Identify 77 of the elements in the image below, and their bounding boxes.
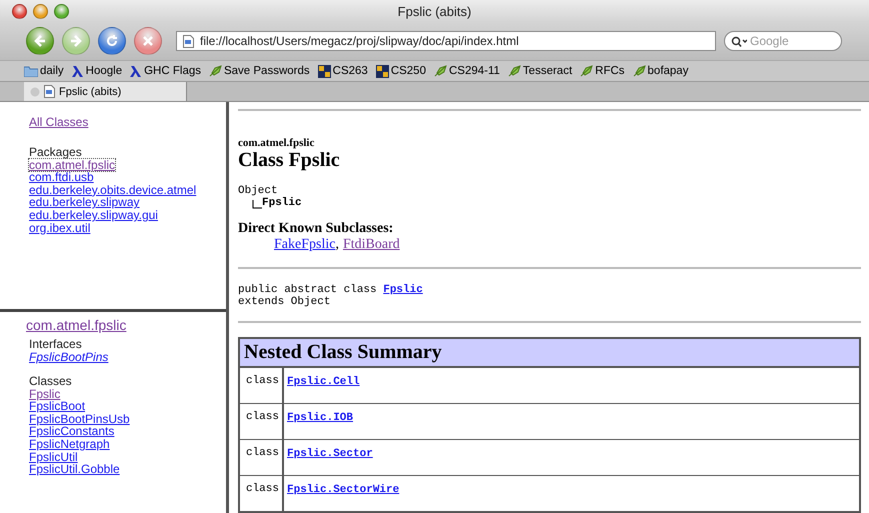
modifier-text: class: [246, 483, 279, 495]
reload-button[interactable]: [98, 27, 126, 55]
package-title-link[interactable]: com.atmel.fpslic: [26, 317, 126, 333]
bookmark-link[interactable]: RFCs: [580, 65, 625, 77]
folder-icon: [24, 66, 38, 76]
feather-icon: [434, 65, 447, 77]
forward-button[interactable]: [62, 27, 90, 55]
separator-text: ,: [335, 237, 339, 253]
window-title: Fpslic (abits): [396, 4, 472, 18]
grid-icon: [376, 64, 389, 78]
all-classes-link[interactable]: All Classes: [29, 116, 88, 129]
interfaces-heading: Interfaces: [28, 337, 83, 351]
package-link[interactable]: edu.berkeley.slipway: [29, 196, 140, 209]
minimize-button[interactable]: [33, 4, 48, 18]
arrow-left-icon: [33, 34, 47, 48]
close-button[interactable]: [12, 4, 27, 18]
subclasses-heading: Direct Known Subclasses:: [238, 221, 394, 237]
package-link[interactable]: com.ftdi.usb: [29, 171, 94, 184]
class-link[interactable]: Fpslic: [383, 284, 423, 296]
nested-class-link[interactable]: Fpslic.SectorWire: [287, 484, 400, 496]
package-link[interactable]: org.ibex.util: [29, 222, 90, 234]
feather-icon: [580, 65, 594, 77]
class-link[interactable]: FpslicUtil.Gobble: [29, 463, 120, 476]
x-icon: [142, 35, 154, 47]
interface-link[interactable]: FpslicBootPins: [29, 351, 108, 364]
class-link[interactable]: FpslicUtil: [29, 450, 78, 464]
class-name: Fpslic: [262, 197, 302, 209]
class-link[interactable]: FpslicBootPinsUsb: [29, 412, 130, 426]
reload-icon: [105, 34, 119, 48]
extends-text: extends Object: [238, 296, 330, 308]
grid-icon: [318, 64, 331, 78]
package-link[interactable]: edu.berkeley.obits.device.atmel: [29, 184, 196, 196]
feather-icon: [508, 65, 521, 77]
bookmark-link[interactable]: Tesseract: [508, 65, 572, 77]
superclass-name: Object: [238, 185, 278, 197]
classes-heading: Classes: [28, 374, 73, 388]
bookmark-link[interactable]: bofapay: [632, 65, 688, 77]
feather-icon: [208, 65, 222, 77]
back-button[interactable]: [26, 27, 54, 55]
zoom-button[interactable]: [54, 4, 69, 18]
packages-heading: Packages: [29, 144, 83, 159]
modifier-text: class: [246, 375, 279, 387]
nested-class-link[interactable]: Fpslic.IOB: [287, 412, 354, 424]
class-link[interactable]: Fpslic: [29, 388, 60, 400]
lambda-icon: [130, 64, 142, 78]
package-link[interactable]: edu.berkeley.slipway.gui: [29, 208, 158, 222]
arrow-right-icon: [69, 34, 83, 48]
subclass-link[interactable]: FakeFpslic: [274, 237, 336, 253]
search-icon: [731, 36, 747, 46]
bookmark-link[interactable]: Hoogle: [72, 64, 122, 78]
address-field[interactable]: file://localhost/Users/megacz/proj/slipway/doc/api/index.html: [176, 31, 716, 51]
class-link[interactable]: FpslicBoot: [29, 400, 86, 413]
stop-button[interactable]: [134, 27, 162, 55]
class-title: Class Fpslic: [238, 149, 341, 171]
modifier-text: class: [246, 411, 279, 423]
lambda-icon: [72, 64, 84, 78]
bookmark-link[interactable]: CS294-11: [434, 65, 500, 77]
bookmark-link[interactable]: GHC Flags: [130, 64, 201, 78]
browser-tab[interactable]: Fpslic (abits): [24, 82, 187, 101]
table-heading: Nested Class Summary: [240, 339, 859, 367]
bookmark-link[interactable]: CS263: [318, 64, 368, 78]
tree-connector-icon: [252, 200, 262, 209]
package-name: com.atmel.fpslic: [238, 137, 316, 149]
class-link[interactable]: FpslicConstants: [29, 425, 114, 438]
declaration-text: public abstract class: [238, 284, 377, 296]
feather-icon: [632, 65, 646, 77]
nested-class-link[interactable]: Fpslic.Cell: [287, 376, 360, 388]
package-link[interactable]: com.atmel.fpslic: [29, 158, 116, 172]
page-icon: [183, 34, 194, 48]
subclass-link[interactable]: FtdiBoard: [342, 237, 400, 253]
bookmark-link[interactable]: Save Passwords: [208, 65, 310, 77]
nested-class-link[interactable]: Fpslic.Sector: [287, 448, 373, 460]
bookmark-link[interactable]: CS250: [376, 64, 426, 78]
modifier-text: class: [246, 447, 279, 459]
class-link[interactable]: FpslicNetgraph: [29, 438, 110, 451]
bookmark-link[interactable]: daily: [24, 65, 64, 77]
page-icon: [44, 85, 55, 98]
